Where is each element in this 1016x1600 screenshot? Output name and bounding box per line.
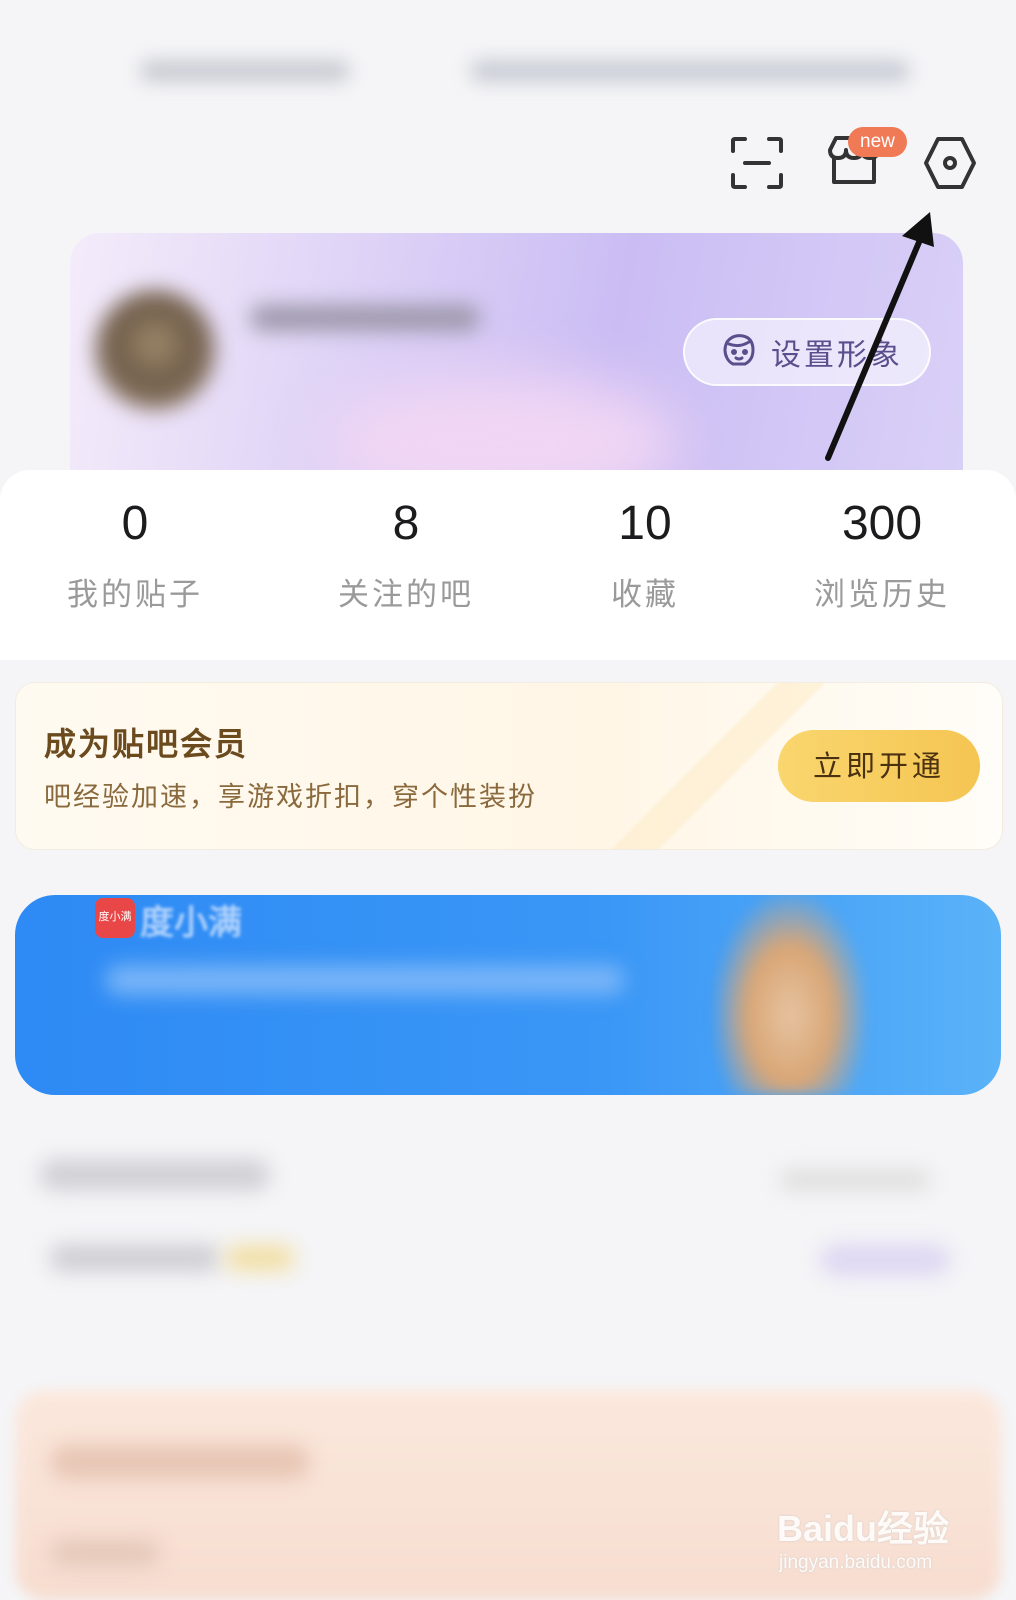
blurred-link [780, 1170, 930, 1190]
membership-title: 成为贴吧会员 [44, 725, 249, 763]
username-blurred [250, 305, 480, 331]
stat-label: 我的贴子 [67, 577, 203, 613]
stat-value: 0 [121, 497, 149, 550]
ad-text-blurred [105, 965, 625, 995]
stat-label: 关注的吧 [338, 577, 474, 613]
stats-bar: 0 我的贴子 8 关注的吧 10 收藏 300 浏览历史 [0, 470, 1016, 660]
blurred-section-title [40, 1160, 270, 1190]
set-avatar-button[interactable]: 设置形象 [683, 318, 931, 386]
avatar[interactable] [95, 290, 215, 410]
blurred-card-title [50, 1445, 310, 1479]
membership-subtitle: 吧经验加速，享游戏折扣，穿个性装扮 [44, 782, 537, 813]
blurred-text [50, 1245, 220, 1271]
scan-icon[interactable] [727, 133, 787, 193]
baidu-watermark: Baidu经验 jingyan.baidu.com [777, 1500, 997, 1590]
stat-my-posts[interactable]: 0 我的贴子 [25, 470, 245, 614]
blurred-badge [225, 1245, 295, 1271]
set-avatar-label: 设置形象 [771, 338, 903, 373]
ad-logo: 度小满 [95, 898, 135, 938]
stat-favorites[interactable]: 10 收藏 [535, 470, 755, 614]
watermark-url: jingyan.baidu.com [779, 1552, 933, 1573]
ad-brand: 度小满 [140, 903, 242, 943]
ad-crown-image [715, 895, 865, 1095]
open-membership-button[interactable]: 立即开通 [778, 730, 980, 802]
stat-followed-bars[interactable]: 8 关注的吧 [296, 470, 516, 614]
ad-banner[interactable]: 度小满 度小满 [15, 895, 1001, 1095]
stat-value: 300 [841, 497, 923, 550]
blurred-button [820, 1245, 950, 1275]
blurred-card-text [50, 1540, 160, 1566]
new-badge: new [848, 127, 907, 157]
avatar-face-icon [719, 330, 759, 374]
stat-value: 8 [392, 497, 420, 550]
stat-value: 10 [618, 497, 672, 550]
blurred-header [140, 50, 920, 90]
stat-label: 浏览历史 [814, 577, 950, 613]
watermark-text: Baidu经验 [777, 1508, 950, 1549]
membership-banner[interactable]: 成为贴吧会员 吧经验加速，享游戏折扣，穿个性装扮 立即开通 [15, 682, 1003, 850]
settings-icon[interactable] [920, 133, 980, 193]
stat-label: 收藏 [611, 577, 679, 613]
stat-history[interactable]: 300 浏览历史 [772, 470, 992, 614]
